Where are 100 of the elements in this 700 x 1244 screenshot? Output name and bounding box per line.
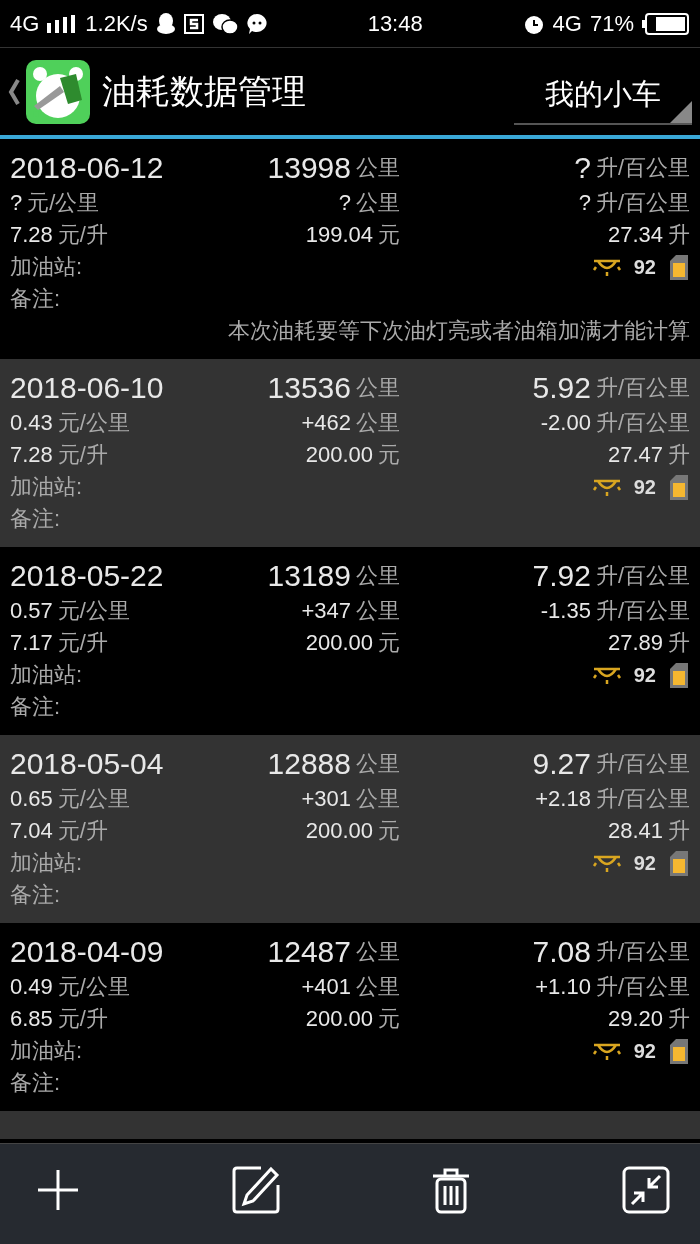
record-date: 2018-06-10 bbox=[10, 371, 164, 405]
unit-label: 元/公里 bbox=[57, 785, 130, 813]
speed-label: 1.2K/s bbox=[85, 10, 148, 37]
distance-value: +401 bbox=[301, 974, 351, 1000]
volume-value: 27.34 bbox=[607, 222, 663, 248]
unit-label: 公里 bbox=[356, 409, 400, 437]
app-title: 油耗数据管理 bbox=[102, 70, 306, 112]
unit-label: 元/公里 bbox=[57, 409, 130, 437]
unit-label: 升/百公里 bbox=[595, 189, 690, 217]
battery-percent: 71% bbox=[589, 10, 634, 37]
unit-label: 公里 bbox=[356, 597, 400, 625]
unit-label: 升/百公里 bbox=[595, 562, 690, 590]
unit-label: 升/百公里 bbox=[595, 750, 690, 778]
fuel-nozzle-app-icon bbox=[26, 59, 90, 124]
fuel-can-icon bbox=[668, 661, 690, 689]
note-label: 备注: bbox=[10, 881, 61, 909]
consumption-change-value: +1.10 bbox=[535, 974, 591, 1000]
distance-value: +462 bbox=[301, 410, 351, 436]
distance-value: +301 bbox=[301, 786, 351, 812]
message-icon bbox=[245, 12, 268, 35]
cost-per-km-value: ? bbox=[10, 190, 23, 216]
unit-label: 元/升 bbox=[57, 221, 108, 249]
volume-value: 28.41 bbox=[607, 818, 663, 844]
station-label: 加油站: bbox=[10, 661, 83, 689]
car-dropdown[interactable]: 我的小车 bbox=[514, 66, 692, 125]
consumption-value: 9.27 bbox=[532, 747, 591, 781]
network-label: 4G bbox=[10, 10, 40, 37]
octane-label: 92 bbox=[633, 851, 656, 875]
distance-value: ? bbox=[338, 190, 351, 216]
chat-bubbles-icon bbox=[211, 12, 238, 35]
station-label: 加油站: bbox=[10, 473, 83, 501]
consumption-change-value: ? bbox=[578, 190, 591, 216]
record-date: 2018-05-04 bbox=[10, 747, 164, 781]
fuel-light-icon bbox=[591, 665, 622, 685]
unit-label: 升 bbox=[668, 441, 690, 469]
clock-time: 13:48 bbox=[367, 10, 423, 37]
unit-label: 升/百公里 bbox=[595, 597, 690, 625]
consumption-value: ? bbox=[574, 151, 591, 185]
signal-icon bbox=[47, 14, 78, 33]
unit-label: 公里 bbox=[356, 785, 400, 813]
unit-label: 升/百公里 bbox=[595, 409, 690, 437]
back-icon[interactable] bbox=[8, 77, 20, 106]
fuel-light-icon bbox=[591, 853, 622, 873]
cost-per-km-value: 0.57 bbox=[10, 598, 53, 624]
dropdown-triangle-icon bbox=[670, 100, 692, 123]
unit-label: 元 bbox=[378, 629, 400, 657]
volume-value: 27.47 bbox=[607, 442, 663, 468]
fuel-light-icon bbox=[591, 1041, 622, 1061]
unit-label: 升 bbox=[668, 817, 690, 845]
amount-value: 200.00 bbox=[305, 1006, 373, 1032]
unit-label: 公里 bbox=[356, 750, 400, 778]
amount-value: 200.00 bbox=[305, 818, 373, 844]
consumption-change-value: -2.00 bbox=[540, 410, 591, 436]
record-date: 2018-06-12 bbox=[10, 151, 164, 185]
record-row[interactable]: 2018-05-04 12888 公里 9.27 升/百公里 0.65 元/公里 +301 公里 +2.18 升/百公里 7.04 元/升 200.00 元 28.41 升 加油站: 92 备注: bbox=[0, 735, 700, 923]
fuel-price-value: 7.17 bbox=[10, 630, 53, 656]
volume-value: 29.20 bbox=[607, 1006, 663, 1032]
fuel-price-value: 6.85 bbox=[10, 1006, 53, 1032]
unit-label: 升/百公里 bbox=[595, 938, 690, 966]
note-label: 备注: bbox=[10, 505, 61, 533]
fuel-price-value: 7.28 bbox=[10, 222, 53, 248]
unit-label: 元 bbox=[378, 1005, 400, 1033]
odometer-value: 13998 bbox=[267, 151, 351, 185]
amount-value: 199.04 bbox=[305, 222, 373, 248]
fuel-can-icon bbox=[668, 849, 690, 877]
odometer-value: 12487 bbox=[267, 935, 351, 969]
unit-label: 元/升 bbox=[57, 629, 108, 657]
fuel-price-value: 7.04 bbox=[10, 818, 53, 844]
octane-label: 92 bbox=[633, 475, 656, 499]
unit-label: 元/升 bbox=[57, 1005, 108, 1033]
note-label: 备注: bbox=[10, 1069, 61, 1097]
unit-label: 元 bbox=[378, 441, 400, 469]
unit-label: 升 bbox=[668, 629, 690, 657]
unit-label: 公里 bbox=[356, 189, 400, 217]
unit-label: 元/升 bbox=[57, 817, 108, 845]
record-date: 2018-04-09 bbox=[10, 935, 164, 969]
octane-label: 92 bbox=[633, 663, 656, 687]
fuel-can-icon bbox=[668, 1037, 690, 1065]
record-date: 2018-05-22 bbox=[10, 559, 164, 593]
station-label: 加油站: bbox=[10, 1037, 83, 1065]
s-box-icon bbox=[183, 13, 204, 34]
consumption-change-value: -1.35 bbox=[540, 598, 591, 624]
unit-label: 元 bbox=[378, 221, 400, 249]
battery-icon bbox=[642, 12, 690, 35]
unit-label: 公里 bbox=[356, 374, 400, 402]
amount-value: 200.00 bbox=[305, 630, 373, 656]
unit-label: 升 bbox=[668, 1005, 690, 1033]
unit-label: 公里 bbox=[356, 562, 400, 590]
record-row[interactable]: 2018-06-10 13536 公里 5.92 升/百公里 0.43 元/公里 +462 公里 -2.00 升/百公里 7.28 元/升 200.00 元 27.47 升 加油站: 92 备注: bbox=[0, 359, 700, 547]
unit-label: 元/公里 bbox=[27, 189, 100, 217]
unit-label: 元/升 bbox=[57, 441, 108, 469]
consumption-change-value: +2.18 bbox=[535, 786, 591, 812]
octane-label: 92 bbox=[633, 1039, 656, 1063]
cost-per-km-value: 0.65 bbox=[10, 786, 53, 812]
unit-label: 升/百公里 bbox=[595, 154, 690, 182]
fuel-price-value: 7.28 bbox=[10, 442, 53, 468]
cost-per-km-value: 0.49 bbox=[10, 974, 53, 1000]
fuel-can-icon bbox=[668, 253, 690, 281]
unit-label: 升/百公里 bbox=[595, 374, 690, 402]
amount-value: 200.00 bbox=[305, 442, 373, 468]
